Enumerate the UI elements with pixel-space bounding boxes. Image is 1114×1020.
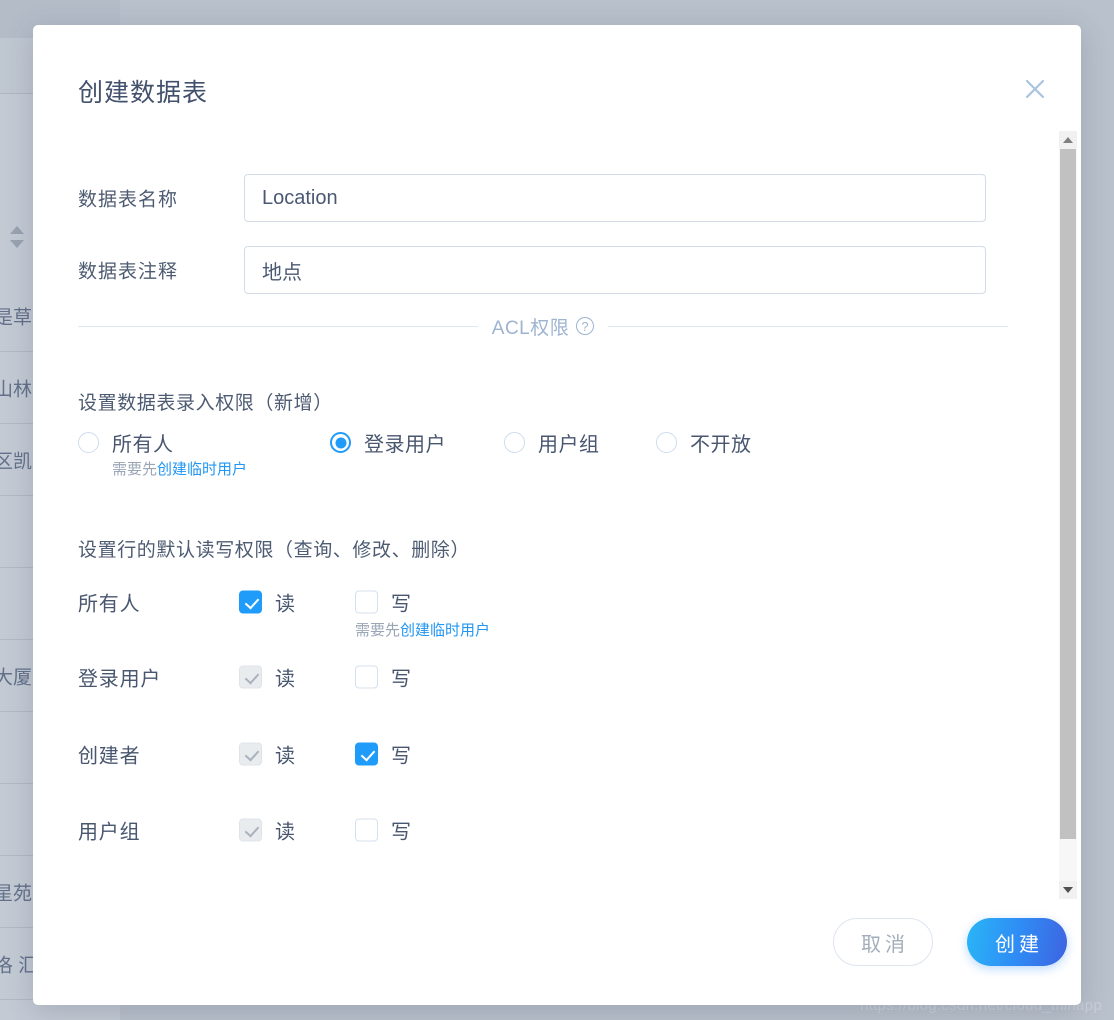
scrollbar-thumb[interactable] <box>1060 149 1076 839</box>
read-checkbox-everyone[interactable]: 读 <box>239 588 296 617</box>
checkbox-label: 写 <box>391 821 412 844</box>
divider-line-right <box>608 325 1008 327</box>
dialog-body: 数据表名称 数据表注释 ACL权限 ? 设置数据表录入权限（新增） 所有人 <box>33 130 1081 900</box>
table-comment-row: 数据表注释 <box>78 246 1008 294</box>
checkbox-box <box>355 665 378 689</box>
sort-ascending-icon <box>10 226 24 234</box>
question-mark-icon[interactable]: ? <box>576 317 595 335</box>
hint-prefix: 需要先 <box>112 461 158 478</box>
table-cell-text: 山林 <box>0 379 33 400</box>
read-checkbox-creator: 读 <box>239 740 296 769</box>
table-name-label: 数据表名称 <box>78 189 179 211</box>
checkbox-box <box>239 818 262 842</box>
scroll-up-arrow-glyph <box>1063 137 1073 143</box>
sort-descending-icon <box>10 240 24 248</box>
acl-label: ACL权限 <box>491 317 570 339</box>
write-checkbox-user-group[interactable]: 写 <box>355 816 412 845</box>
permission-row-user-group: 用户组 读 写 <box>78 813 1008 847</box>
permission-row-everyone: 所有人 读 写 <box>78 585 1008 619</box>
checkbox-box <box>355 818 378 842</box>
table-cell-text: 星苑 <box>0 883 33 904</box>
row-permission-title: 设置行的默认读写权限（查询、修改、删除） <box>78 540 471 561</box>
create-button[interactable]: 创建 <box>967 918 1067 966</box>
write-checkbox-logged-in-user[interactable]: 写 <box>355 663 412 692</box>
scroll-up-arrow-icon[interactable] <box>1059 131 1077 149</box>
acl-label-group: ACL权限 ? <box>491 313 595 340</box>
close-icon-glyph <box>1025 79 1045 99</box>
checkbox-box <box>239 590 262 614</box>
sort-toggle-icon[interactable] <box>8 226 26 248</box>
hint-prefix: 需要先 <box>355 622 401 639</box>
table-cell-text: 大厦 <box>0 667 33 688</box>
checkbox-box <box>355 590 378 614</box>
radio-label: 用户组 <box>538 434 600 456</box>
permission-subject-label: 用户组 <box>78 821 141 844</box>
scroll-down-arrow-icon[interactable] <box>1059 881 1077 899</box>
radio-label: 所有人 <box>112 434 174 456</box>
table-cell-text: 洛 汇 <box>0 955 38 976</box>
radio-label: 不开放 <box>690 434 752 456</box>
radio-option-logged-in-user[interactable]: 登录用户 <box>330 428 446 457</box>
table-name-input[interactable] <box>244 174 986 222</box>
close-icon[interactable] <box>1017 71 1053 107</box>
checkbox-box <box>239 742 262 766</box>
dialog-scrollbar[interactable] <box>1059 131 1077 899</box>
checkbox-label: 写 <box>391 593 412 616</box>
permission-subject-label: 登录用户 <box>78 668 162 691</box>
table-cell-text: 是草 <box>0 307 33 328</box>
scroll-down-arrow-glyph <box>1063 887 1073 893</box>
dialog-title: 创建数据表 <box>78 79 209 107</box>
checkbox-label: 读 <box>275 593 296 616</box>
checkbox-box <box>355 742 378 766</box>
checkbox-label: 写 <box>391 745 412 768</box>
table-cell-text: 区凯 <box>0 451 33 472</box>
table-comment-label: 数据表注释 <box>78 261 179 283</box>
cancel-button[interactable]: 取消 <box>833 918 933 966</box>
create-temp-user-link[interactable]: 创建临时用户 <box>400 622 490 639</box>
radio-circle-icon <box>78 432 99 453</box>
checkbox-label: 读 <box>275 821 296 844</box>
radio-label: 登录用户 <box>364 434 446 456</box>
checkbox-box <box>239 665 262 689</box>
permission-row-logged-in-user: 登录用户 读 写 <box>78 660 1008 694</box>
table-comment-input[interactable] <box>244 246 986 294</box>
everyone-write-hint: 需要先创建临时用户 <box>355 619 490 640</box>
acl-section-divider: ACL权限 ? <box>78 312 1008 340</box>
create-table-dialog: 创建数据表 数据表名称 数据表注释 ACL权限 ? 设置数据表录入权限（新增） <box>33 25 1081 1005</box>
read-checkbox-logged-in-user: 读 <box>239 663 296 692</box>
radio-option-everyone[interactable]: 所有人 <box>78 428 174 457</box>
permission-row-creator: 创建者 读 写 <box>78 737 1008 771</box>
dialog-footer: 取消 创建 <box>33 900 1081 1005</box>
radio-circle-icon <box>330 432 351 453</box>
entry-permission-title: 设置数据表录入权限（新增） <box>78 393 333 414</box>
entry-permission-radio-group: 所有人 需要先创建临时用户 登录用户 用户组 不开放 <box>78 428 1008 488</box>
read-checkbox-user-group: 读 <box>239 816 296 845</box>
table-name-row: 数据表名称 <box>78 174 1008 222</box>
radio-circle-icon <box>504 432 525 453</box>
checkbox-label: 读 <box>275 668 296 691</box>
create-temp-user-link[interactable]: 创建临时用户 <box>157 461 247 478</box>
write-checkbox-creator[interactable]: 写 <box>355 740 412 769</box>
permission-subject-label: 创建者 <box>78 745 141 768</box>
radio-option-not-open[interactable]: 不开放 <box>656 428 752 457</box>
radio-circle-icon <box>656 432 677 453</box>
divider-line-left <box>78 325 478 327</box>
entry-permission-hint: 需要先创建临时用户 <box>112 458 247 479</box>
permission-subject-label: 所有人 <box>78 593 141 616</box>
checkbox-label: 写 <box>391 668 412 691</box>
radio-option-user-group[interactable]: 用户组 <box>504 428 600 457</box>
write-checkbox-everyone[interactable]: 写 <box>355 588 412 617</box>
checkbox-label: 读 <box>275 745 296 768</box>
